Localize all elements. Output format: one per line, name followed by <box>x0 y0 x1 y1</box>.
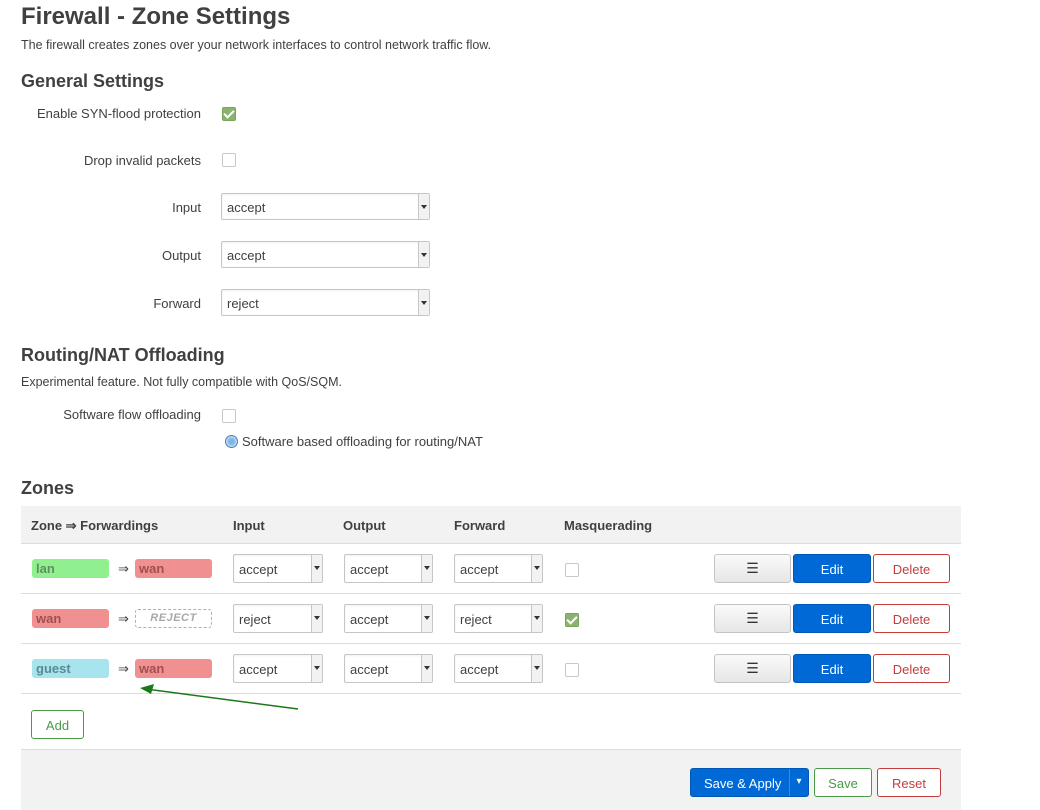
caret-down-icon[interactable]: ▾ <box>789 769 808 796</box>
forward-zone-badge: wan <box>135 559 212 578</box>
chevron-down-icon <box>531 555 542 582</box>
row-output-select[interactable]: accept <box>344 654 433 683</box>
row-output-value: accept <box>350 612 389 627</box>
chevron-down-icon <box>311 655 322 682</box>
output-policy-value: accept <box>227 248 266 263</box>
save-apply-button[interactable]: Save & Apply ▾ <box>690 768 809 797</box>
row-forward-select[interactable]: accept <box>454 554 543 583</box>
chevron-down-icon <box>418 242 429 267</box>
general-settings-heading: General Settings <box>21 71 165 91</box>
row-input-select[interactable]: accept <box>233 554 323 583</box>
col-forward: Forward <box>454 518 506 533</box>
chevron-down-icon <box>311 605 322 632</box>
zones-heading: Zones <box>21 478 75 498</box>
masquerading-checkbox[interactable] <box>565 563 579 577</box>
row-output-select[interactable]: accept <box>344 604 433 633</box>
row-forward-select[interactable]: reject <box>454 604 543 633</box>
forward-zone-badge: wan <box>135 659 212 678</box>
edit-button[interactable]: Edit <box>793 604 871 633</box>
row-output-value: accept <box>350 562 389 577</box>
delete-button[interactable]: Delete <box>873 554 950 583</box>
offloading-description: Experimental feature. Not fully compatib… <box>21 375 342 389</box>
sw-offload-label: Software flow offloading <box>63 407 201 422</box>
forward-policy-select[interactable]: reject <box>221 289 430 316</box>
drop-invalid-checkbox[interactable] <box>222 153 236 167</box>
save-button[interactable]: Save <box>814 768 872 797</box>
row-output-value: accept <box>350 662 389 677</box>
menu-button[interactable]: ☰ <box>714 654 791 683</box>
row-input-value: reject <box>239 612 271 627</box>
forward-policy-value: reject <box>227 296 259 311</box>
syn-flood-label: Enable SYN-flood protection <box>36 106 201 121</box>
form-footer: Save & Apply ▾ Save Reset <box>21 749 961 810</box>
row-input-select[interactable]: reject <box>233 604 323 633</box>
edit-button[interactable]: Edit <box>793 554 871 583</box>
masquerading-checkbox[interactable] <box>565 663 579 677</box>
chevron-down-icon <box>418 290 429 315</box>
delete-button[interactable]: Delete <box>873 654 950 683</box>
forward-arrow: ⇒ <box>118 611 129 626</box>
menu-button[interactable]: ☰ <box>714 604 791 633</box>
zones-table-header: Zone ⇒ Forwardings Input Output Forward … <box>21 506 961 544</box>
chevron-down-icon <box>311 555 322 582</box>
input-policy-select[interactable]: accept <box>221 193 430 220</box>
col-input: Input <box>233 518 265 533</box>
row-input-value: accept <box>239 562 278 577</box>
row-forward-value: accept <box>460 662 499 677</box>
page-title: Firewall - Zone Settings <box>21 3 291 30</box>
delete-button[interactable]: Delete <box>873 604 950 633</box>
chevron-down-icon <box>421 655 432 682</box>
info-icon <box>225 435 238 448</box>
menu-button[interactable]: ☰ <box>714 554 791 583</box>
row-input-select[interactable]: accept <box>233 654 323 683</box>
col-output: Output <box>343 518 386 533</box>
sw-offload-checkbox[interactable] <box>222 409 236 423</box>
chevron-down-icon <box>418 194 429 219</box>
forward-policy-label: Forward <box>153 296 201 311</box>
syn-flood-checkbox[interactable] <box>222 107 236 121</box>
table-row: lan ⇒ wan accept accept accept ☰ Edit De… <box>21 544 961 594</box>
row-forward-select[interactable]: accept <box>454 654 543 683</box>
row-input-value: accept <box>239 662 278 677</box>
col-zone: Zone ⇒ Forwardings <box>31 518 159 533</box>
drop-invalid-label: Drop invalid packets <box>83 153 201 168</box>
reset-button[interactable]: Reset <box>877 768 941 797</box>
col-masquerading: Masquerading <box>564 518 653 533</box>
row-forward-value: reject <box>460 612 492 627</box>
masquerading-checkbox[interactable] <box>565 613 579 627</box>
sw-offload-hint-text: Software based offloading for routing/NA… <box>242 434 483 449</box>
row-forward-value: accept <box>460 562 499 577</box>
sw-offload-hint: Software based offloading for routing/NA… <box>225 434 483 449</box>
zone-badge: lan <box>32 559 109 578</box>
chevron-down-icon <box>421 605 432 632</box>
save-apply-label: Save & Apply <box>704 776 782 791</box>
chevron-down-icon <box>531 655 542 682</box>
forward-arrow: ⇒ <box>118 561 129 576</box>
edit-button[interactable]: Edit <box>793 654 871 683</box>
table-row: wan ⇒ REJECT reject accept reject ☰ Edit… <box>21 594 961 644</box>
input-policy-value: accept <box>227 200 266 215</box>
output-policy-select[interactable]: accept <box>221 241 430 268</box>
annotation-arrow <box>140 684 299 710</box>
chevron-down-icon <box>421 555 432 582</box>
zone-badge: guest <box>32 659 109 678</box>
zone-badge: wan <box>32 609 109 628</box>
output-policy-label: Output <box>161 248 201 263</box>
offloading-heading: Routing/NAT Offloading <box>21 345 225 365</box>
page-description: The firewall creates zones over your net… <box>21 38 492 52</box>
chevron-down-icon <box>531 605 542 632</box>
add-zone-button[interactable]: Add <box>31 710 84 739</box>
forward-zone-badge: REJECT <box>135 609 212 628</box>
row-output-select[interactable]: accept <box>344 554 433 583</box>
forward-arrow: ⇒ <box>118 661 129 676</box>
input-policy-label: Input <box>172 200 201 215</box>
